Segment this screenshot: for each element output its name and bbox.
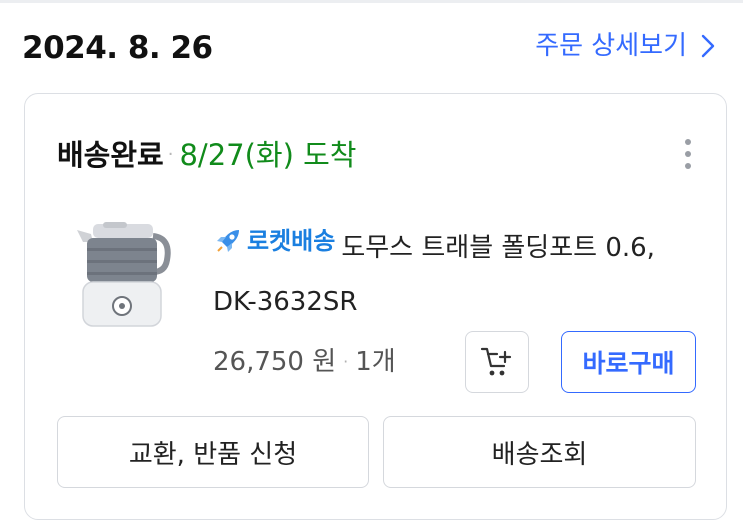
order-card: 배송완료 · 8/27(화) 도착 로켓배송 도무스 트래블 폴딩포트 0.6,… [24,93,727,520]
shipment-status-row: 배송완료 · 8/27(화) 도착 [57,134,356,176]
arrival-date: 8/27(화) 도착 [179,138,357,172]
track-delivery-button[interactable]: 배송조회 [383,416,696,488]
rocket-delivery-badge: 로켓배송 [213,214,335,268]
order-detail-link[interactable]: 주문 상세보기 [535,28,715,64]
product-image[interactable] [73,220,173,332]
order-detail-label: 주문 상세보기 [535,31,687,61]
rocket-delivery-label: 로켓배송 [247,227,336,255]
add-to-cart-button[interactable] [465,331,529,393]
exchange-return-button[interactable]: 교환, 반품 신청 [57,416,369,488]
price-row: 26,750 원 · 1개 [213,342,396,382]
add-to-cart-icon [480,347,512,376]
rocket-icon [217,230,239,252]
chevron-right-icon [701,34,715,58]
product-quantity: 1개 [355,347,396,377]
shipment-status: 배송완료 [57,138,164,172]
separator-dot: · [167,144,174,165]
top-divider [0,0,743,3]
order-date: 2024. 8. 26 [22,30,213,66]
separator-dot: · [343,352,349,371]
product-price: 26,750 원 [213,347,337,377]
more-options-icon[interactable] [670,132,706,176]
buy-now-button[interactable]: 바로구매 [561,331,696,393]
product-title[interactable]: 로켓배송 도무스 트래블 폴딩포트 0.6, DK-3632SR [213,214,693,329]
